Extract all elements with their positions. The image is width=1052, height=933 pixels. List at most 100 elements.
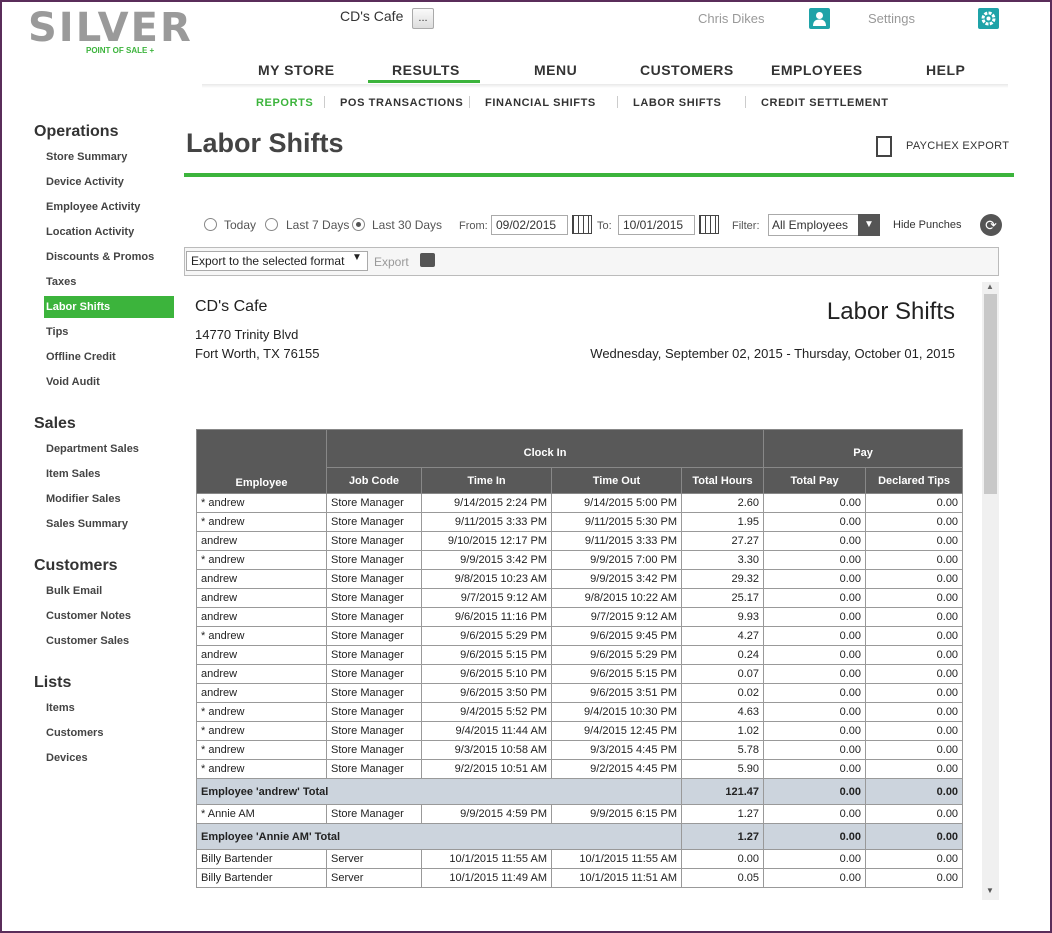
cell-declared-tips: 0.00: [865, 664, 964, 684]
radio-last-7-days[interactable]: [265, 218, 278, 231]
cell-declared-tips: 0.00: [865, 626, 964, 646]
cell-employee: andrew: [196, 569, 327, 589]
column-header-time-out: Time Out: [551, 467, 682, 494]
export-format-select[interactable]: Export to the selected format: [186, 251, 368, 271]
sidebar-item-void-audit[interactable]: Void Audit: [44, 371, 174, 393]
sidebar-item-taxes[interactable]: Taxes: [44, 271, 174, 293]
sidebar-item-customer-sales[interactable]: Customer Sales: [44, 630, 174, 652]
report-title: Labor Shifts: [826, 298, 955, 325]
filter-label: Filter:: [732, 220, 760, 232]
cell-time-out: 9/6/2015 5:29 PM: [551, 645, 682, 665]
export-button[interactable]: Export: [374, 255, 409, 269]
sidebar-item-modifier-sales[interactable]: Modifier Sales: [44, 488, 174, 510]
cell-declared-tips: 0.00: [865, 607, 964, 627]
cell-job-code: Store Manager: [326, 664, 422, 684]
sidebar-item-items[interactable]: Items: [44, 697, 174, 719]
user-name-link[interactable]: Chris Dikes: [698, 11, 764, 26]
nav-my-store[interactable]: MY STORE: [258, 62, 335, 78]
nav-customers[interactable]: CUSTOMERS: [640, 62, 734, 78]
calendar-icon[interactable]: [572, 215, 592, 234]
cell-job-code: Store Manager: [326, 569, 422, 589]
cell-time-out: 9/14/2015 5:00 PM: [551, 493, 682, 513]
gear-icon[interactable]: [978, 8, 999, 29]
paychex-export-button[interactable]: PAYCHEX EXPORT: [906, 140, 1009, 152]
group-header-pay: Pay: [763, 429, 964, 468]
sidebar-item-customers[interactable]: Customers: [44, 722, 174, 744]
scroll-up-arrow-icon[interactable]: ▲: [986, 282, 994, 291]
subnav-financial-shifts[interactable]: FINANCIAL SHIFTS: [485, 97, 596, 109]
nav-employees[interactable]: EMPLOYEES: [771, 62, 863, 78]
scrollbar-thumb[interactable]: [984, 294, 997, 494]
cell-employee: * andrew: [196, 512, 327, 532]
radio-last-30-days[interactable]: [352, 218, 365, 231]
scroll-down-arrow-icon[interactable]: ▼: [986, 886, 994, 895]
radio-today-label[interactable]: Today: [224, 218, 256, 232]
cell-time-in: 9/6/2015 5:29 PM: [421, 626, 552, 646]
cell-time-out: 9/6/2015 3:51 PM: [551, 683, 682, 703]
table-row: * Annie AM Store Manager 9/9/2015 4:59 PM 9…: [196, 804, 964, 824]
sidebar-item-device-activity[interactable]: Device Activity: [44, 171, 174, 193]
nav-help[interactable]: HELP: [926, 62, 965, 78]
user-icon[interactable]: [809, 8, 830, 29]
subnav-labor-shifts[interactable]: LABOR SHIFTS: [633, 97, 721, 109]
sidebar-item-customer-notes[interactable]: Customer Notes: [44, 605, 174, 627]
sidebar-item-bulk-email[interactable]: Bulk Email: [44, 580, 174, 602]
subnav-pos-transactions[interactable]: POS TRANSACTIONS: [340, 97, 463, 109]
subnav-reports[interactable]: REPORTS: [256, 97, 313, 109]
table-row: andrew Store Manager 9/6/2015 5:10 PM 9/6/2…: [196, 664, 964, 684]
cell-declared-tips: 0.00: [865, 702, 964, 722]
sidebar-item-devices[interactable]: Devices: [44, 747, 174, 769]
refresh-icon[interactable]: ⟳: [980, 214, 1002, 236]
cell-time-out: 9/4/2015 12:45 PM: [551, 721, 682, 741]
sidebar-item-item-sales[interactable]: Item Sales: [44, 463, 174, 485]
from-label: From:: [459, 220, 488, 232]
cell-total-pay: 0.00: [763, 569, 867, 589]
store-picker-button[interactable]: ...: [412, 8, 434, 29]
nav-menu[interactable]: MENU: [534, 62, 577, 78]
sidebar-item-department-sales[interactable]: Department Sales: [44, 438, 174, 460]
nav-active-indicator: [368, 80, 480, 83]
cell-job-code: Store Manager: [326, 588, 422, 608]
table-row: andrew Store Manager 9/7/2015 9:12 AM 9/8/2…: [196, 588, 964, 608]
from-date-input[interactable]: [491, 215, 568, 235]
sidebar-item-location-activity[interactable]: Location Activity: [44, 221, 174, 243]
cell-declared-tips: 0.00: [865, 740, 964, 760]
radio-last-30-days-label[interactable]: Last 30 Days: [372, 218, 442, 232]
cell-time-in: 9/9/2015 4:59 PM: [421, 804, 552, 824]
radio-today[interactable]: [204, 218, 217, 231]
silver-logo[interactable]: SILVER POINT OF SALE +: [28, 8, 191, 56]
dropdown-arrow-icon[interactable]: ▼: [352, 252, 362, 263]
cell-declared-tips: 0.00: [865, 531, 964, 551]
cell-declared-tips: 0.00: [865, 645, 964, 665]
hide-punches-link[interactable]: Hide Punches: [893, 219, 962, 231]
sidebar-item-labor-shifts[interactable]: Labor Shifts: [44, 296, 174, 318]
cell-total-hours: 27.27: [680, 531, 765, 551]
document-icon[interactable]: [876, 136, 892, 157]
sidebar-item-employee-activity[interactable]: Employee Activity: [44, 196, 174, 218]
cell-job-code: Server: [326, 849, 422, 869]
sidebar-item-offline-credit[interactable]: Offline Credit: [44, 346, 174, 368]
chevron-down-icon[interactable]: ▼: [858, 214, 880, 236]
print-icon[interactable]: [420, 253, 435, 267]
sidebar-item-tips[interactable]: Tips: [44, 321, 174, 343]
total-tips: 0.00: [865, 778, 964, 805]
nav-results[interactable]: RESULTS: [392, 62, 460, 78]
subnav-separator: [324, 96, 325, 108]
sidebar-item-sales-summary[interactable]: Sales Summary: [44, 513, 174, 535]
cell-job-code: Store Manager: [326, 702, 422, 722]
settings-link[interactable]: Settings: [868, 11, 915, 26]
cell-total-pay: 0.00: [763, 607, 867, 627]
radio-last-7-days-label[interactable]: Last 7 Days: [286, 218, 349, 232]
cell-time-out: 9/9/2015 6:15 PM: [551, 804, 682, 824]
sidebar-item-store-summary[interactable]: Store Summary: [44, 146, 174, 168]
sidebar-item-discounts-promos[interactable]: Discounts & Promos: [44, 246, 174, 268]
cell-job-code: Store Manager: [326, 740, 422, 760]
to-date-input[interactable]: [618, 215, 695, 235]
calendar-icon[interactable]: [699, 215, 719, 234]
report-store-name: CD's Cafe: [195, 298, 268, 315]
total-pay: 0.00: [763, 778, 867, 805]
cell-employee: Billy Bartender: [196, 849, 327, 869]
subnav-credit-settlement[interactable]: CREDIT SETTLEMENT: [761, 97, 889, 109]
column-header-time-in: Time In: [421, 467, 552, 494]
total-hours: 121.47: [680, 778, 765, 805]
